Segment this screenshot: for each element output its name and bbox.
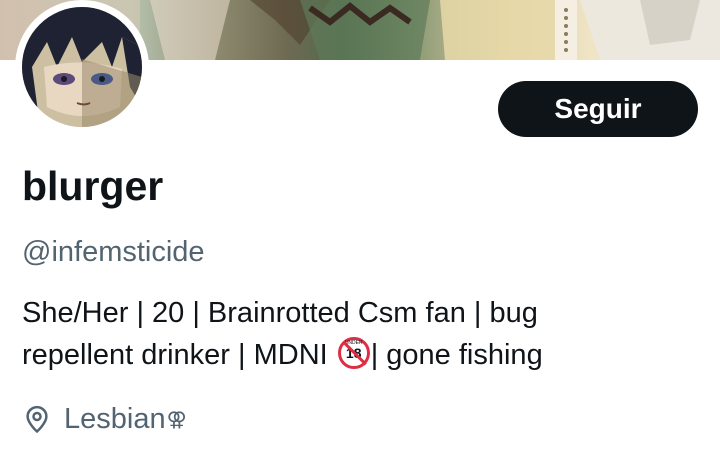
no-under-18-icon: UNDER18 xyxy=(337,337,370,369)
profile-bio: She/Her | 20 | Brainrotted Csm fan | bug… xyxy=(22,292,702,376)
location-text: Lesbian xyxy=(64,402,166,435)
bio-line-2-start: repellent drinker | MDNI xyxy=(22,339,328,371)
follow-button[interactable]: Seguir xyxy=(498,81,698,137)
username-handle: @infemsticide xyxy=(22,236,205,268)
lesbian-symbol-icon: ⚢ xyxy=(166,408,187,431)
bio-line-2-end: | gone fishing xyxy=(370,339,543,371)
avatar[interactable] xyxy=(15,0,149,134)
avatar-image xyxy=(22,7,142,127)
bio-line-2: repellent drinker | MDNI UNDER18| gone fi… xyxy=(22,334,702,376)
display-name: blurger xyxy=(22,163,164,209)
profile-location: Lesbian ⚢ xyxy=(22,398,187,440)
bio-line-1: She/Her | 20 | Brainrotted Csm fan | bug xyxy=(22,297,538,329)
location-pin-icon xyxy=(26,405,48,434)
